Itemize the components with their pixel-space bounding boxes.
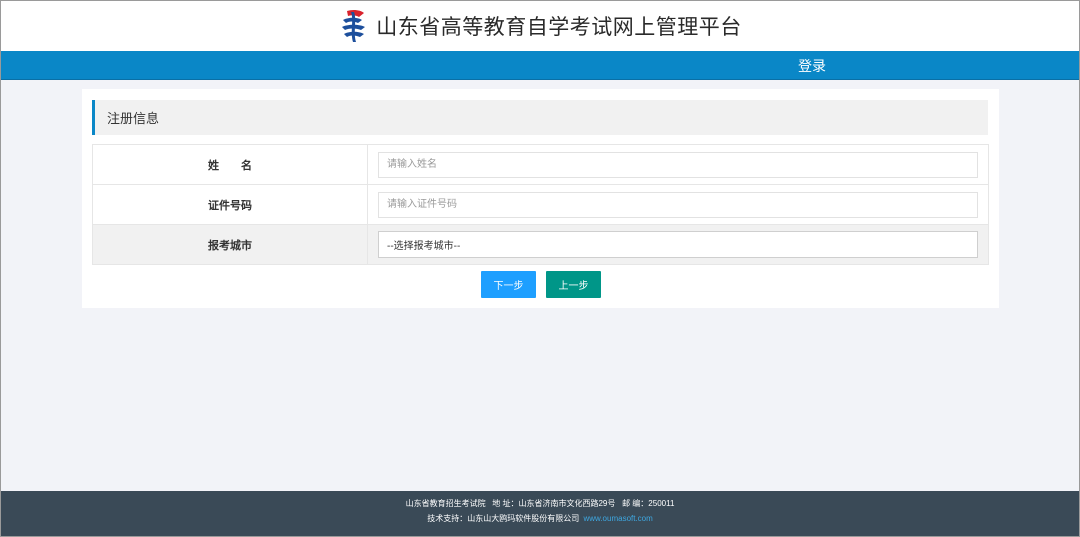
form-row-name: 姓 名 xyxy=(92,144,989,185)
footer-support-link[interactable]: www.oumasoft.com xyxy=(583,511,652,526)
footer-support-label: 技术支持： xyxy=(427,514,468,523)
city-select-value: --选择报考城市-- xyxy=(387,241,461,252)
city-cell: --选择报考城市-- xyxy=(367,224,989,265)
login-link[interactable]: 登录 xyxy=(798,56,826,76)
next-step-button[interactable]: 下一步 xyxy=(481,271,536,298)
footer-address: 山东省济南市文化西路29号 xyxy=(518,499,616,508)
footer-postcode: 250011 xyxy=(648,499,675,508)
city-label: 报考城市 xyxy=(92,224,368,265)
footer-support-company: 山东山大鸥玛软件股份有限公司 xyxy=(467,514,580,523)
top-navbar: 登录 xyxy=(1,51,1079,80)
footer-org: 山东省教育招生考试院 xyxy=(405,499,486,508)
previous-step-button[interactable]: 上一步 xyxy=(546,271,601,298)
exam-logo-icon xyxy=(342,9,366,42)
id-number-label: 证件号码 xyxy=(92,184,368,225)
form-row-city: 报考城市 --选择报考城市-- xyxy=(92,224,989,265)
brand: 山东省高等教育自学考试网上管理平台 xyxy=(338,8,742,44)
name-label: 姓 名 xyxy=(92,144,368,185)
registration-card: 注册信息 姓 名 证件号码 报考城市 --选择报考城市-- 下一步 上一步 xyxy=(82,89,999,308)
city-select[interactable]: --选择报考城市-- xyxy=(378,231,978,258)
footer-address-label: 地 址： xyxy=(492,499,519,508)
footer-line-contact: 山东省教育招生考试院 地 址：山东省济南市文化西路29号 邮 编：250011 xyxy=(1,496,1079,511)
page-footer: 山东省教育招生考试院 地 址：山东省济南市文化西路29号 邮 编：250011 … xyxy=(1,491,1079,536)
name-cell xyxy=(367,144,989,185)
id-number-input[interactable] xyxy=(378,191,978,218)
name-input[interactable] xyxy=(378,151,978,178)
registration-form: 姓 名 证件号码 报考城市 --选择报考城市-- xyxy=(92,144,989,265)
id-number-cell xyxy=(367,184,989,225)
footer-postcode-label: 邮 编： xyxy=(622,499,649,508)
form-row-id-number: 证件号码 xyxy=(92,184,989,225)
site-title: 山东省高等教育自学考试网上管理平台 xyxy=(376,16,742,39)
page-header: 山东省高等教育自学考试网上管理平台 xyxy=(1,1,1079,51)
section-title: 注册信息 xyxy=(92,100,988,135)
footer-line-support: 技术支持：山东山大鸥玛软件股份有限公司 www.oumasoft.com xyxy=(1,511,1079,526)
